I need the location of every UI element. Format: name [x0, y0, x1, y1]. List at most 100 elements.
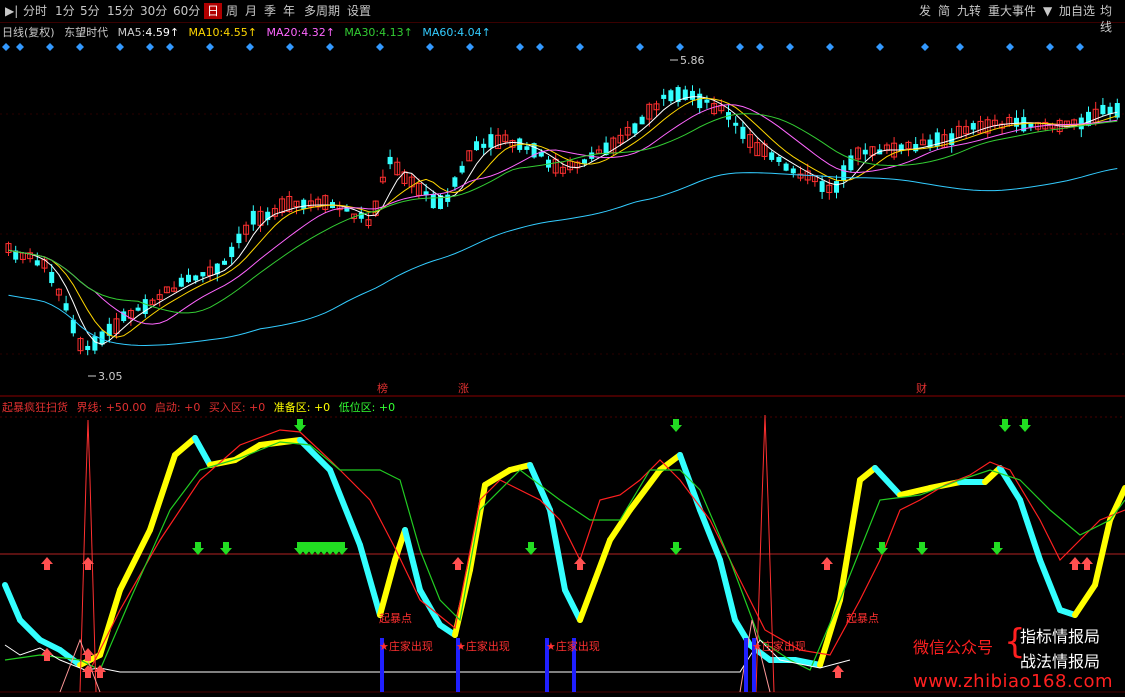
candle-body [222, 260, 227, 265]
signal-diamond [536, 43, 544, 51]
candle-body [301, 199, 307, 209]
watermark-line2: 战法情报局 [1020, 652, 1101, 671]
buy-zone-value: 买入区: +0 [208, 401, 266, 414]
candle-body [690, 90, 695, 100]
signal-diamond [756, 43, 764, 51]
candle-body [452, 177, 458, 187]
signal-diamond [76, 43, 84, 51]
indicator-thick-line [1072, 582, 1098, 618]
candle-body [186, 274, 191, 283]
signal-diamond [46, 43, 54, 51]
watermark-wechat: 微信公众号 [913, 638, 994, 657]
candle-body [913, 144, 919, 152]
signal-diamond [676, 43, 684, 51]
indicator-thick-line [37, 637, 63, 653]
candle-body [740, 126, 746, 139]
indicator-thick-line [357, 542, 383, 618]
signal-diamond [376, 43, 384, 51]
indicator-thick-line [837, 477, 863, 603]
banker-bar [744, 638, 748, 692]
down-arrow-icon [1019, 419, 1031, 432]
signal-diamond [2, 43, 10, 51]
down-arrow-icon [220, 542, 232, 555]
indicator-header: 起暴疯狂扫货 界线: +50.00 启动: +0 买入区: +0 准备区: +0… [2, 399, 400, 414]
candle-body [733, 122, 739, 126]
event-mark-cai[interactable]: 财 [916, 381, 927, 395]
signal-diamond [16, 43, 24, 51]
candle-body [474, 141, 479, 151]
boundary-value: 界线: +50.00 [76, 401, 147, 414]
indicator-thick-line [17, 617, 43, 643]
signal-diamond [1006, 43, 1014, 51]
indicator-thick-line [577, 577, 598, 623]
candle-body [135, 307, 141, 311]
candle-body [661, 94, 667, 99]
indicator-thick-line [192, 435, 213, 468]
down-arrow-icon [525, 542, 537, 555]
candle-body [85, 345, 91, 351]
up-arrow-icon [1069, 557, 1081, 570]
start-point-label: 起暴点 [846, 612, 879, 625]
event-mark-zhang[interactable]: 涨 [458, 382, 469, 395]
high-price-label: 5.86 [680, 54, 705, 67]
indicator-thick-line [627, 467, 663, 513]
low-price-label: 3.05 [98, 370, 123, 383]
up-arrow-icon [82, 665, 94, 678]
kline-chart[interactable]: 5.86 3.05 榜 涨 财 [0, 0, 1125, 697]
signal-diamond [326, 43, 334, 51]
signal-diamond [1076, 43, 1084, 51]
candle-body [1107, 106, 1113, 114]
candle-body [1114, 103, 1120, 118]
candle-body [229, 246, 235, 258]
signal-diamond [576, 43, 584, 51]
indicator-thick-line [592, 537, 613, 583]
indicator-thick-line [527, 462, 553, 513]
down-arrow-icon [999, 419, 1011, 432]
signal-diamond [956, 43, 964, 51]
indicator-thick-line [897, 485, 933, 498]
signal-diamond [786, 43, 794, 51]
up-arrow-icon [452, 557, 464, 570]
indicator-thick-line [1037, 557, 1063, 613]
down-arrow-icon [670, 542, 682, 555]
candle-body [697, 93, 703, 109]
down-arrow-icon [991, 542, 1003, 555]
indicator-thick-line [1092, 517, 1113, 588]
candle-body [430, 194, 436, 209]
indicator-thick-line [1017, 497, 1043, 563]
signal-diamond [736, 43, 744, 51]
candle-body [92, 336, 98, 351]
signal-diamond [146, 43, 154, 51]
candle-body [790, 168, 796, 174]
candle-body [481, 143, 487, 148]
up-arrow-icon [832, 665, 844, 678]
prep-zone-value: 准备区: +0 [273, 401, 331, 414]
candle-body [819, 181, 825, 192]
signal-diamond [166, 43, 174, 51]
up-arrow-icon [41, 557, 53, 570]
candle-body [668, 90, 674, 102]
signal-diamond [826, 43, 834, 51]
indicator-thick-line [147, 452, 178, 533]
event-mark-bang[interactable]: 榜 [377, 381, 388, 395]
candle-body [459, 165, 465, 173]
candle-body [488, 134, 494, 148]
candle-body [250, 210, 256, 225]
signal-diamond [426, 43, 434, 51]
indicator-thick-line [377, 557, 398, 618]
signal-diamond [206, 43, 214, 51]
low-zone-value: 低位区: +0 [338, 401, 396, 414]
down-arrow-icon [670, 419, 682, 432]
signal-diamond [286, 43, 294, 51]
banker-label: ★庄家出现 [456, 640, 510, 653]
watermark-url: www.zhibiao168.com [913, 671, 1114, 692]
start-point-label: 起暴点 [379, 612, 412, 625]
signal-diamond [116, 43, 124, 51]
indicator-thick-line [172, 435, 198, 458]
candle-body [639, 116, 645, 125]
candle-body [862, 149, 868, 155]
start-value: 启动: +0 [154, 401, 201, 414]
banker-label: ★庄家出现 [379, 640, 433, 653]
indicator-thick-line [117, 527, 153, 593]
signal-diamond [466, 43, 474, 51]
